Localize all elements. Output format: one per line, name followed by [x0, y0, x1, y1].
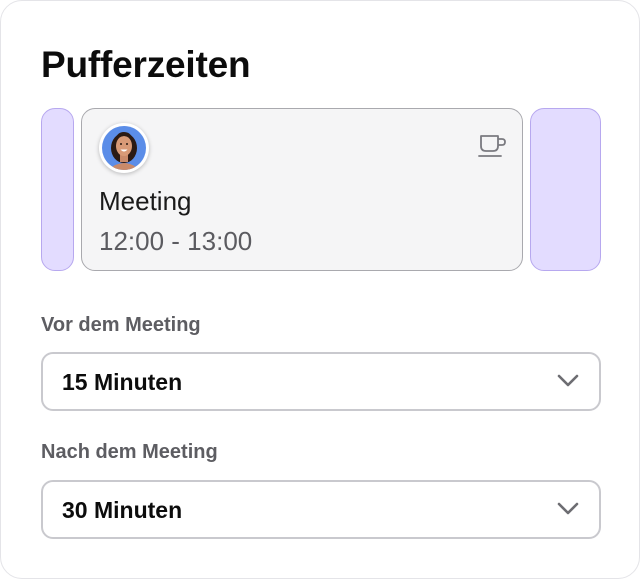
coffee-cup-icon	[478, 135, 506, 157]
person-avatar	[99, 123, 149, 173]
event-title: Meeting	[99, 186, 192, 216]
event-time: 12:00 - 13:00	[99, 226, 253, 256]
before-meeting-label: Vor dem Meeting	[41, 314, 201, 336]
meeting-event-card[interactable]: Meeting 12:00 - 13:00	[81, 108, 523, 271]
after-meeting-label: Nach dem Meeting	[41, 441, 218, 463]
chevron-down-icon	[557, 502, 579, 515]
avatar-image	[102, 126, 146, 170]
before-meeting-value: 15 Minuten	[62, 369, 183, 395]
after-meeting-select[interactable]: 30 Minuten	[41, 480, 601, 539]
page-title: Pufferzeiten	[41, 44, 251, 85]
buffer-after-block	[530, 108, 601, 271]
before-meeting-select[interactable]: 15 Minuten	[41, 352, 601, 411]
buffer-times-card: Pufferzeiten Meeting 12:00 - 13:00 Vor d…	[0, 0, 640, 579]
buffer-before-block	[41, 108, 74, 271]
chevron-down-icon	[557, 374, 579, 387]
after-meeting-value: 30 Minuten	[62, 497, 183, 523]
